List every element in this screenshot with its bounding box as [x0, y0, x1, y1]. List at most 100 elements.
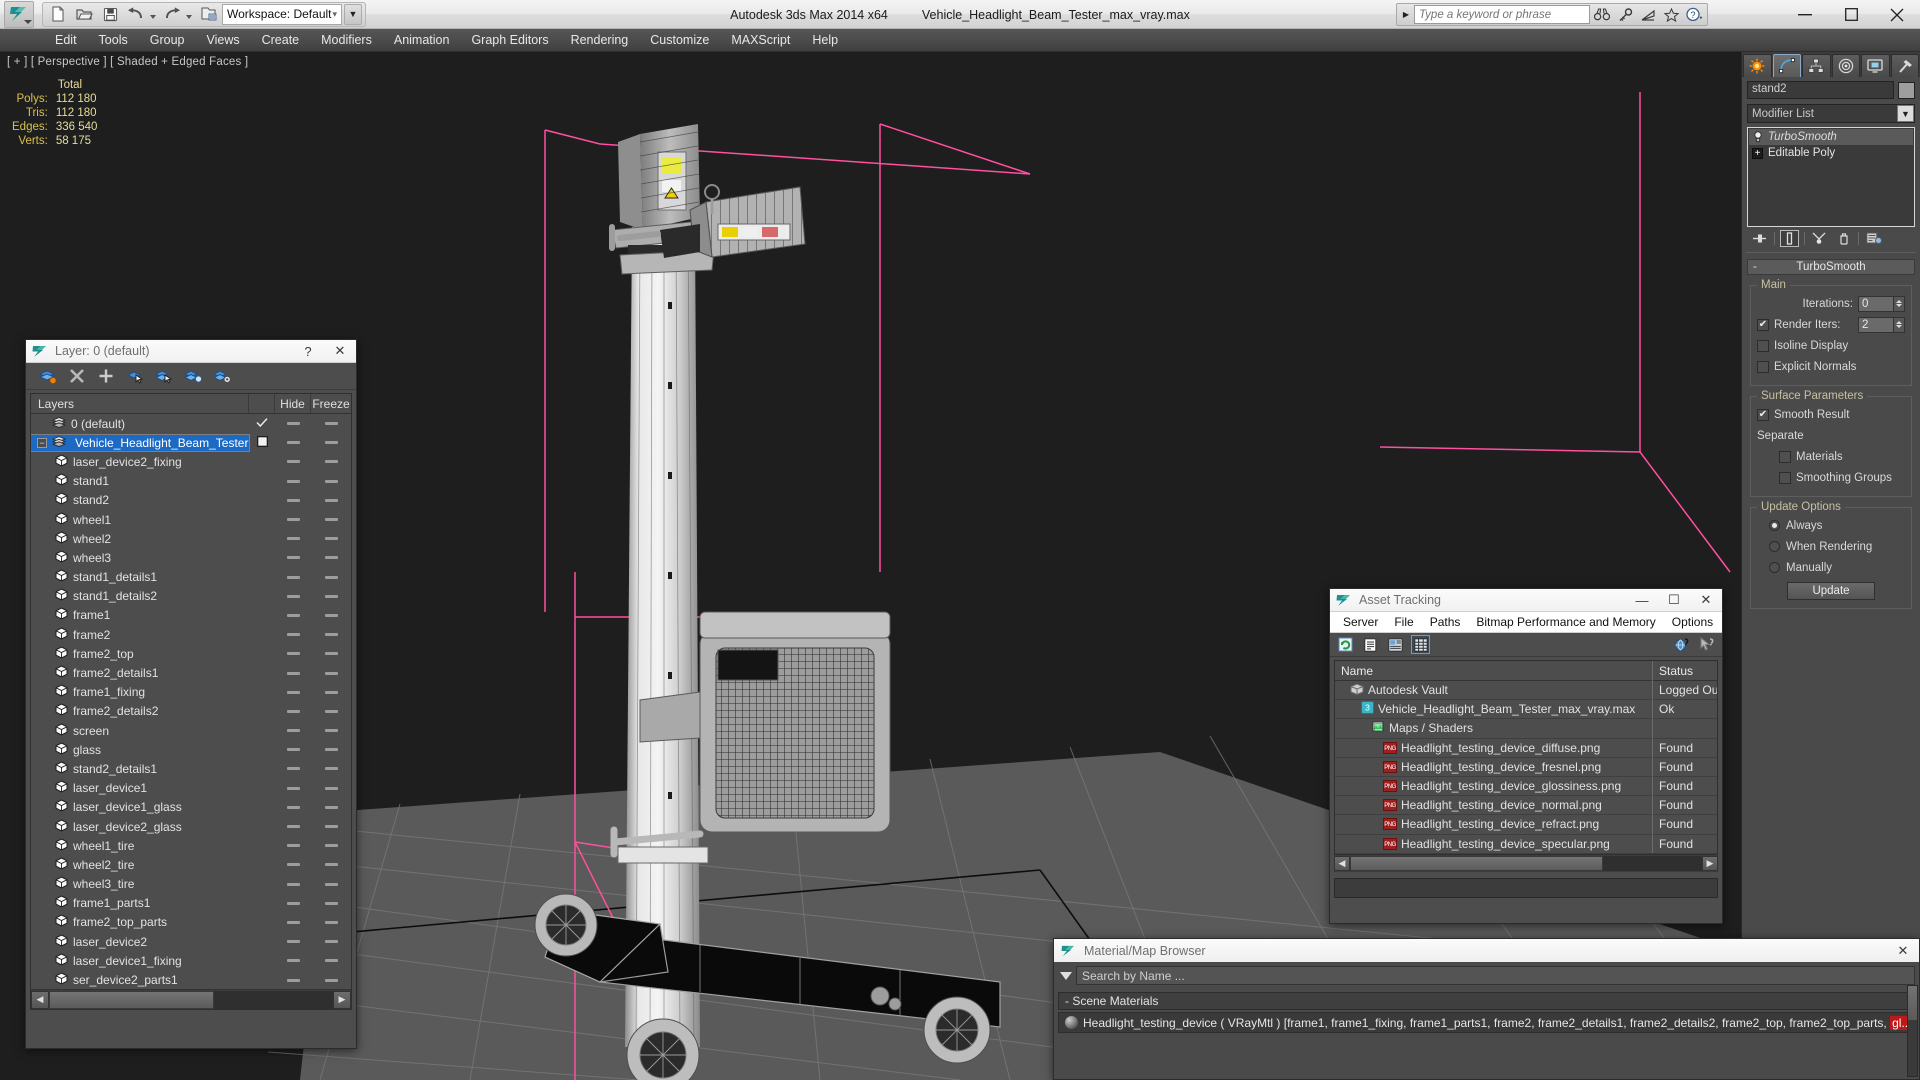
layer-row[interactable]: ser_device2_parts1	[31, 970, 351, 989]
redo-dropdown-caret[interactable]	[186, 15, 192, 19]
layer-hide-cell[interactable]	[275, 978, 311, 982]
select-highlighted-icon[interactable]	[125, 366, 145, 386]
new-file-button[interactable]	[46, 4, 70, 25]
asset-tracking-close-button[interactable]: ✕	[1690, 589, 1722, 612]
layer-freeze-cell[interactable]	[311, 844, 351, 848]
update-manually-radio[interactable]	[1769, 562, 1780, 573]
help-arrow-icon[interactable]	[1697, 635, 1716, 654]
layer-hide-cell[interactable]	[275, 690, 311, 694]
layer-row-name-cell[interactable]: frame2_top	[31, 646, 249, 662]
layer-hide-cell[interactable]	[275, 652, 311, 656]
help-globe-icon[interactable]	[1672, 635, 1691, 654]
asset-row[interactable]: 3 Vehicle_Headlight_Beam_Tester_max_vray.…	[1335, 699, 1717, 720]
asset-menu-server[interactable]: Server	[1335, 613, 1386, 631]
layer-row-name-cell[interactable]: wheel2_tire	[31, 857, 249, 873]
layer-row[interactable]: stand2_details1	[31, 759, 351, 778]
layer-row-name-cell[interactable]: wheel3_tire	[31, 876, 249, 892]
layer-row[interactable]: stand1_details2	[31, 587, 351, 606]
asset-path-field[interactable]	[1334, 877, 1718, 898]
layer-row[interactable]: frame1_parts1	[31, 894, 351, 913]
layer-hide-cell[interactable]	[275, 498, 311, 502]
smooth-result-checkbox[interactable]: ✔	[1757, 408, 1769, 421]
add-selection-icon[interactable]	[96, 366, 116, 386]
layer-hide-cell[interactable]	[275, 940, 311, 944]
filter-dropdown-icon[interactable]	[1060, 971, 1072, 980]
menu-item-group[interactable]: Group	[139, 30, 196, 51]
hide-unhide-icon[interactable]	[183, 366, 203, 386]
configure-sets-icon[interactable]	[1864, 229, 1883, 247]
layer-row[interactable]: frame2_details1	[31, 663, 351, 682]
menu-item-edit[interactable]: Edit	[44, 30, 88, 51]
layer-row-name-cell[interactable]: frame1_fixing	[31, 684, 249, 700]
layer-hide-cell[interactable]	[275, 882, 311, 886]
asset-scroll-thumb[interactable]	[1350, 855, 1604, 871]
layer-row-name-cell[interactable]: laser_device2_glass	[31, 818, 249, 835]
menu-item-modifiers[interactable]: Modifiers	[310, 30, 383, 51]
layer-row[interactable]: wheel3	[31, 548, 351, 567]
render-iters-value[interactable]: 2	[1858, 316, 1894, 333]
layer-row-name-cell[interactable]: stand2	[31, 492, 249, 508]
menu-item-graph-editors[interactable]: Graph Editors	[460, 30, 559, 51]
minimize-button[interactable]	[1782, 0, 1828, 29]
open-file-button[interactable]	[72, 4, 96, 25]
layer-row[interactable]: wheel2_tire	[31, 855, 351, 874]
layer-freeze-cell[interactable]	[311, 709, 351, 713]
layer-freeze-cell[interactable]	[311, 920, 351, 924]
asset-row[interactable]: PNG Headlight_testing_device_refract.png F…	[1335, 814, 1717, 835]
asset-tracking-maximize-button[interactable]: ☐	[1658, 589, 1690, 612]
layer-hide-cell[interactable]	[275, 537, 311, 541]
layer-freeze-cell[interactable]	[311, 613, 351, 617]
qat-overflow-button[interactable]: ▼	[344, 3, 362, 25]
layer-active-checkbox[interactable]	[256, 435, 268, 450]
scene-materials-section-header[interactable]: - Scene Materials	[1058, 992, 1915, 1010]
render-iters-checkbox[interactable]: ✔	[1757, 318, 1769, 331]
layer-freeze-cell[interactable]	[311, 940, 351, 944]
layer-row-name-cell[interactable]: 0 (default)	[31, 416, 249, 432]
layer-row-name-cell[interactable]: frame1	[31, 607, 249, 623]
layer-hide-cell[interactable]	[275, 786, 311, 790]
menu-item-maxscript[interactable]: MAXScript	[720, 30, 801, 51]
layer-row-name-cell[interactable]: stand1	[31, 473, 249, 489]
asset-row[interactable]: PNG Headlight_testing_device_glossiness.p…	[1335, 776, 1717, 797]
asset-row[interactable]: PNG Headlight_testing_device_fresnel.png F…	[1335, 757, 1717, 777]
layer-row[interactable]: laser_device2_glass	[31, 817, 351, 836]
layer-freeze-cell[interactable]	[311, 690, 351, 694]
refresh-icon[interactable]	[1336, 635, 1355, 654]
layer-row[interactable]: frame2_details2	[31, 702, 351, 721]
undo-button[interactable]	[124, 4, 148, 25]
modify-tab[interactable]	[1772, 54, 1801, 77]
asset-menu-file[interactable]: File	[1386, 613, 1421, 631]
modifier-stack-item-editablepoly[interactable]: + Editable Poly	[1749, 145, 1913, 161]
modifier-list-dropdown[interactable]: Modifier List ▼	[1747, 104, 1915, 123]
asset-row-name-cell[interactable]: PNG Headlight_testing_device_normal.png	[1335, 795, 1653, 815]
help-icon[interactable]: ?	[1683, 5, 1705, 24]
layer-horizontal-scrollbar[interactable]: ◀ ▶	[31, 989, 351, 1009]
thumbnail-view-icon[interactable]	[1386, 635, 1405, 654]
layer-hide-cell[interactable]	[275, 825, 311, 829]
layer-row[interactable]: stand1	[31, 472, 351, 491]
material-browser-close-button[interactable]: ✕	[1887, 939, 1919, 962]
layer-row-name-cell[interactable]: laser_device1	[31, 780, 249, 796]
update-always-radio[interactable]	[1769, 520, 1780, 531]
layer-hide-cell[interactable]	[275, 767, 311, 771]
asset-rows-container[interactable]: Autodesk Vault Logged Ou 3 Vehicle_Headligh…	[1335, 680, 1717, 854]
layer-hide-cell[interactable]	[275, 729, 311, 733]
layer-hide-cell[interactable]	[275, 441, 311, 445]
layer-row[interactable]: wheel2	[31, 529, 351, 548]
layer-hide-cell[interactable]	[275, 556, 311, 560]
layer-row[interactable]: frame2_top	[31, 644, 351, 663]
layer-row-name-cell[interactable]: wheel1	[31, 511, 249, 528]
asset-row[interactable]: PNG Headlight_testing_device_specular.png…	[1335, 834, 1717, 854]
layer-scroll-thumb[interactable]	[49, 990, 214, 1009]
layer-freeze-cell[interactable]	[311, 479, 351, 483]
update-when-rendering-row[interactable]: When Rendering	[1757, 538, 1905, 555]
create-new-layer-icon[interactable]	[38, 366, 58, 386]
modifier-stack-item-turbosmooth[interactable]: TurboSmooth	[1749, 129, 1913, 145]
layer-scroll-left-button[interactable]: ◀	[31, 990, 49, 1009]
layer-row[interactable]: frame2_top_parts	[31, 913, 351, 932]
material-search-input[interactable]: Search by Name ...	[1076, 966, 1915, 985]
layer-row[interactable]: laser_device1_glass	[31, 798, 351, 817]
layer-row[interactable]: laser_device2	[31, 932, 351, 951]
layer-freeze-cell[interactable]	[311, 978, 351, 982]
menu-item-create[interactable]: Create	[251, 30, 311, 51]
